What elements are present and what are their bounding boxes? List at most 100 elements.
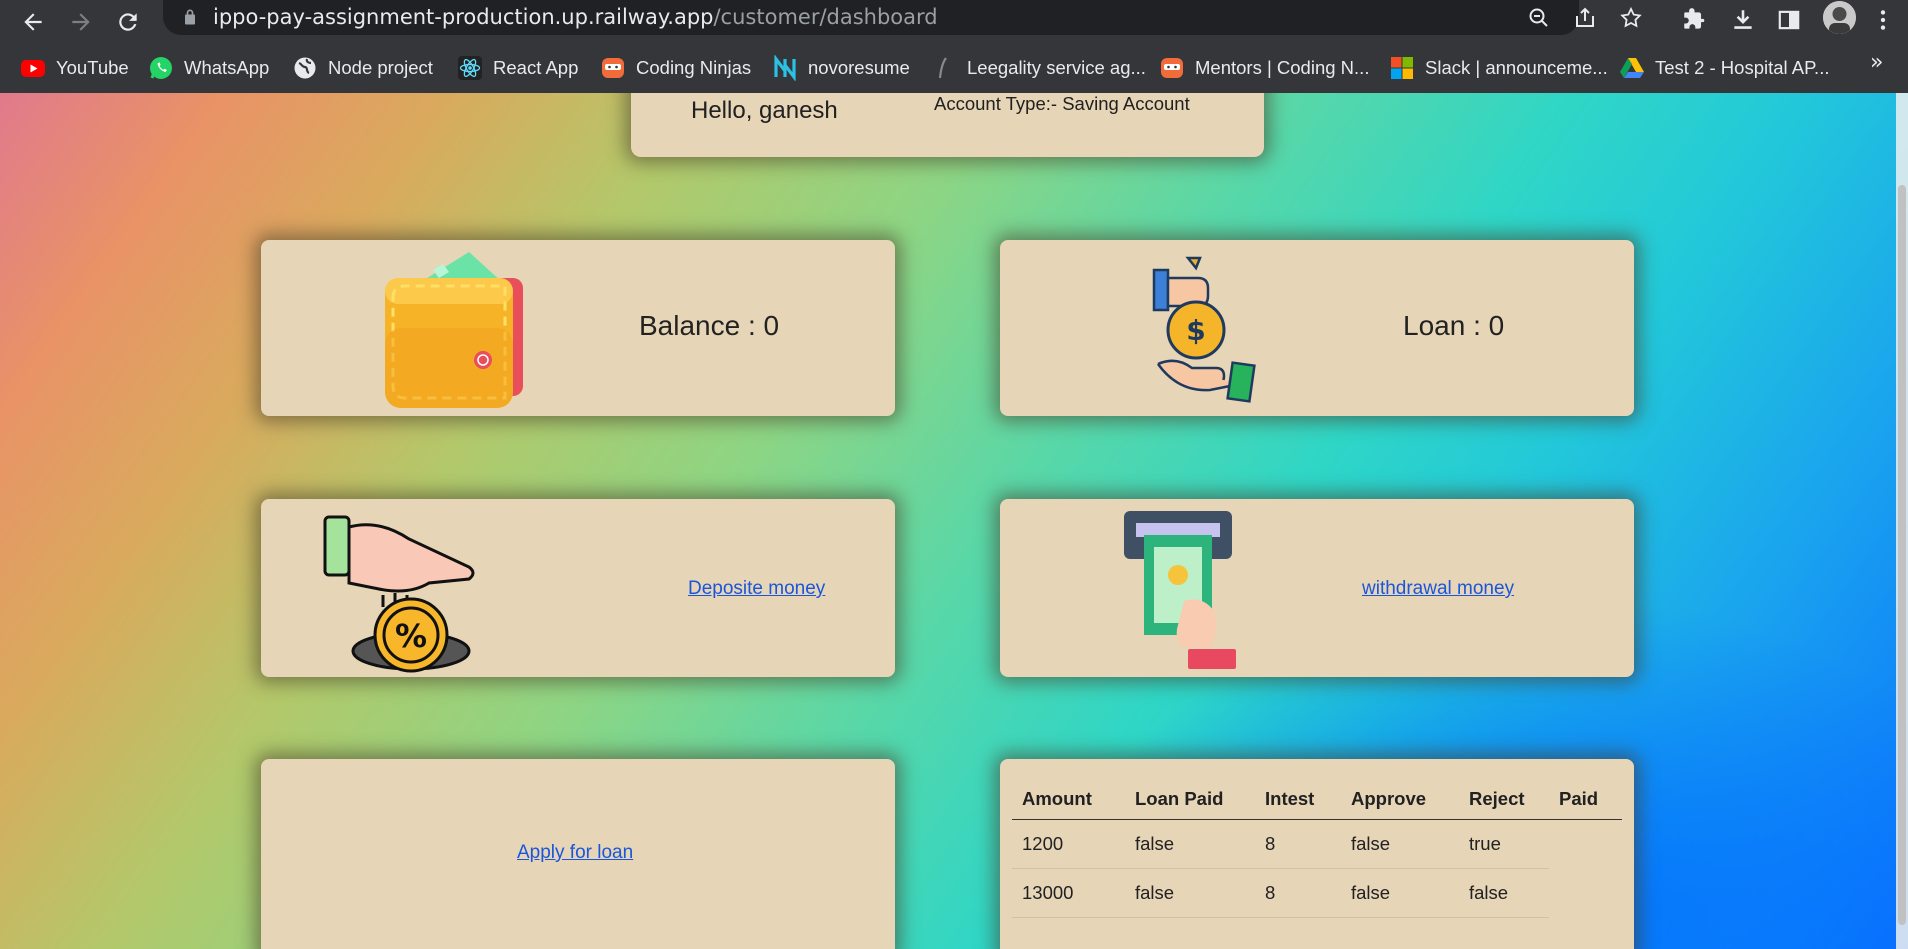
bookmark-youtube[interactable]: YouTube bbox=[20, 50, 129, 86]
url-text[interactable]: ippo-pay-assignment-production.up.railwa… bbox=[213, 5, 938, 29]
coding-ninjas-icon bbox=[600, 55, 626, 81]
download-icon bbox=[1734, 10, 1752, 29]
bookmark-label: Slack | announceme... bbox=[1425, 57, 1608, 78]
cell-reject: true bbox=[1459, 819, 1549, 869]
loans-table-card: Amount Loan Paid Intest Approve Reject P… bbox=[1000, 759, 1634, 949]
avatar-icon bbox=[1823, 1, 1856, 34]
balance-card: Balance : 0 bbox=[261, 240, 895, 416]
downloads-button[interactable] bbox=[1726, 3, 1760, 37]
balance-text: Balance : 0 bbox=[639, 310, 780, 341]
loans-table: Amount Loan Paid Intest Approve Reject P… bbox=[1012, 779, 1622, 918]
youtube-icon bbox=[20, 55, 46, 81]
greeting-text: Hello, ganesh bbox=[691, 97, 838, 124]
bookmarks-overflow-button[interactable]: » bbox=[1870, 50, 1883, 75]
column-header-reject: Reject bbox=[1459, 779, 1549, 820]
whatsapp-icon bbox=[148, 55, 174, 81]
scrollbar-thumb[interactable] bbox=[1898, 185, 1906, 925]
bookmarks-bar: YouTube WhatsApp Node project React App … bbox=[0, 46, 1908, 90]
puzzle-icon bbox=[1684, 8, 1705, 29]
arrow-left-icon bbox=[24, 13, 42, 31]
bookmark-label: Test 2 - Hospital AP... bbox=[1655, 57, 1830, 78]
share-button[interactable] bbox=[1571, 4, 1599, 32]
extensions-button[interactable] bbox=[1677, 3, 1711, 37]
bookmark-react-app[interactable]: React App bbox=[457, 50, 578, 86]
reload-button[interactable] bbox=[110, 4, 146, 40]
bookmark-label: Node project bbox=[328, 57, 433, 78]
loan-card: $ Loan : 0 bbox=[1000, 240, 1634, 416]
bookmark-slack[interactable]: Slack | announceme... bbox=[1389, 50, 1608, 86]
bookmark-test2-hospital[interactable]: Test 2 - Hospital AP... bbox=[1619, 50, 1829, 86]
atm-withdraw-icon bbox=[1124, 511, 1236, 669]
bookmark-label: React App bbox=[493, 57, 579, 78]
column-header-amount: Amount bbox=[1012, 779, 1125, 820]
bookmark-label: Leegality service ag... bbox=[967, 57, 1146, 78]
kebab-menu-icon bbox=[1880, 10, 1886, 30]
zoom-button[interactable] bbox=[1525, 4, 1553, 32]
withdrawal-money-link[interactable]: withdrawal money bbox=[1362, 578, 1514, 600]
deposit-money-link[interactable]: Deposite money bbox=[688, 578, 825, 600]
bookmark-whatsapp[interactable]: WhatsApp bbox=[148, 50, 269, 86]
column-header-loan-paid: Loan Paid bbox=[1125, 779, 1255, 820]
bookmark-label: WhatsApp bbox=[184, 57, 270, 78]
bookmark-star-button[interactable] bbox=[1617, 4, 1645, 32]
bookmark-label: Coding Ninjas bbox=[636, 57, 752, 78]
reload-icon bbox=[119, 13, 137, 31]
lock-icon[interactable] bbox=[180, 7, 200, 27]
cell-reject: false bbox=[1459, 868, 1549, 918]
address-bar[interactable]: ippo-pay-assignment-production.up.railwa… bbox=[163, 0, 1642, 35]
cell-interest: 8 bbox=[1255, 819, 1341, 869]
url-host: ippo-pay-assignment-production.up.railwa… bbox=[213, 5, 714, 29]
svg-text:$: $ bbox=[1186, 314, 1205, 347]
globe-icon bbox=[292, 55, 318, 81]
forward-button[interactable] bbox=[63, 4, 99, 40]
money-bag-hand-icon: $ bbox=[1152, 256, 1256, 403]
deposit-card: % Deposite money bbox=[261, 499, 895, 677]
side-panel-button[interactable] bbox=[1772, 3, 1806, 37]
browser-chrome: ippo-pay-assignment-production.up.railwa… bbox=[0, 0, 1908, 93]
zoom-out-icon bbox=[1529, 8, 1548, 27]
bookmark-leegality[interactable]: Leegality service ag... bbox=[931, 50, 1146, 86]
loan-text: Loan : 0 bbox=[1403, 310, 1505, 341]
browser-menu-button[interactable] bbox=[1866, 3, 1900, 37]
browser-toolbar: ippo-pay-assignment-production.up.railwa… bbox=[0, 0, 1908, 46]
bookmark-label: Mentors | Coding N... bbox=[1195, 57, 1370, 78]
cell-paid bbox=[1549, 868, 1622, 917]
cell-amount: 13000 bbox=[1012, 868, 1125, 918]
cell-approve: false bbox=[1341, 868, 1459, 918]
coding-ninjas-icon bbox=[1159, 55, 1185, 81]
coin-deposit-icon: % bbox=[323, 515, 475, 673]
side-panel-icon bbox=[1778, 10, 1800, 30]
cell-interest: 8 bbox=[1255, 868, 1341, 918]
cell-loan-paid: false bbox=[1125, 868, 1255, 918]
wallet-icon bbox=[385, 252, 523, 408]
table-row: 1200 false 8 false true bbox=[1012, 819, 1622, 869]
react-icon bbox=[457, 55, 483, 81]
cell-approve: false bbox=[1341, 819, 1459, 869]
bookmark-mentors-coding-ninjas[interactable]: Mentors | Coding N... bbox=[1159, 50, 1369, 86]
page-scrollbar[interactable] bbox=[1896, 93, 1908, 949]
google-drive-icon bbox=[1619, 55, 1645, 81]
cell-paid bbox=[1549, 819, 1622, 868]
bookmark-novoresume[interactable]: novoresume bbox=[772, 50, 910, 86]
leegality-icon bbox=[931, 55, 957, 81]
bookmark-label: YouTube bbox=[56, 57, 129, 78]
bookmark-label: novoresume bbox=[808, 57, 910, 78]
table-row: 13000 false 8 false false bbox=[1012, 868, 1622, 918]
share-icon bbox=[1576, 7, 1594, 27]
column-header-approve: Approve bbox=[1341, 779, 1459, 820]
bookmark-node-project[interactable]: Node project bbox=[292, 50, 433, 86]
back-button[interactable] bbox=[15, 4, 51, 40]
column-header-paid: Paid bbox=[1549, 779, 1622, 820]
arrow-right-icon bbox=[72, 13, 90, 31]
apply-loan-card: Apply for loan bbox=[261, 759, 895, 949]
profile-avatar[interactable] bbox=[1823, 1, 1856, 34]
bookmark-coding-ninjas[interactable]: Coding Ninjas bbox=[600, 50, 751, 86]
star-icon bbox=[1620, 6, 1642, 28]
withdraw-card: withdrawal money bbox=[1000, 499, 1634, 677]
column-header-interest: Intest bbox=[1255, 779, 1341, 820]
account-type-text: Account Type:- Saving Account bbox=[934, 93, 1190, 114]
table-header-row: Amount Loan Paid Intest Approve Reject P… bbox=[1012, 779, 1622, 820]
novoresume-icon bbox=[772, 55, 798, 81]
page-viewport: Hello, ganesh Account Type:- Saving Acco… bbox=[0, 93, 1908, 949]
apply-for-loan-link[interactable]: Apply for loan bbox=[517, 842, 633, 864]
